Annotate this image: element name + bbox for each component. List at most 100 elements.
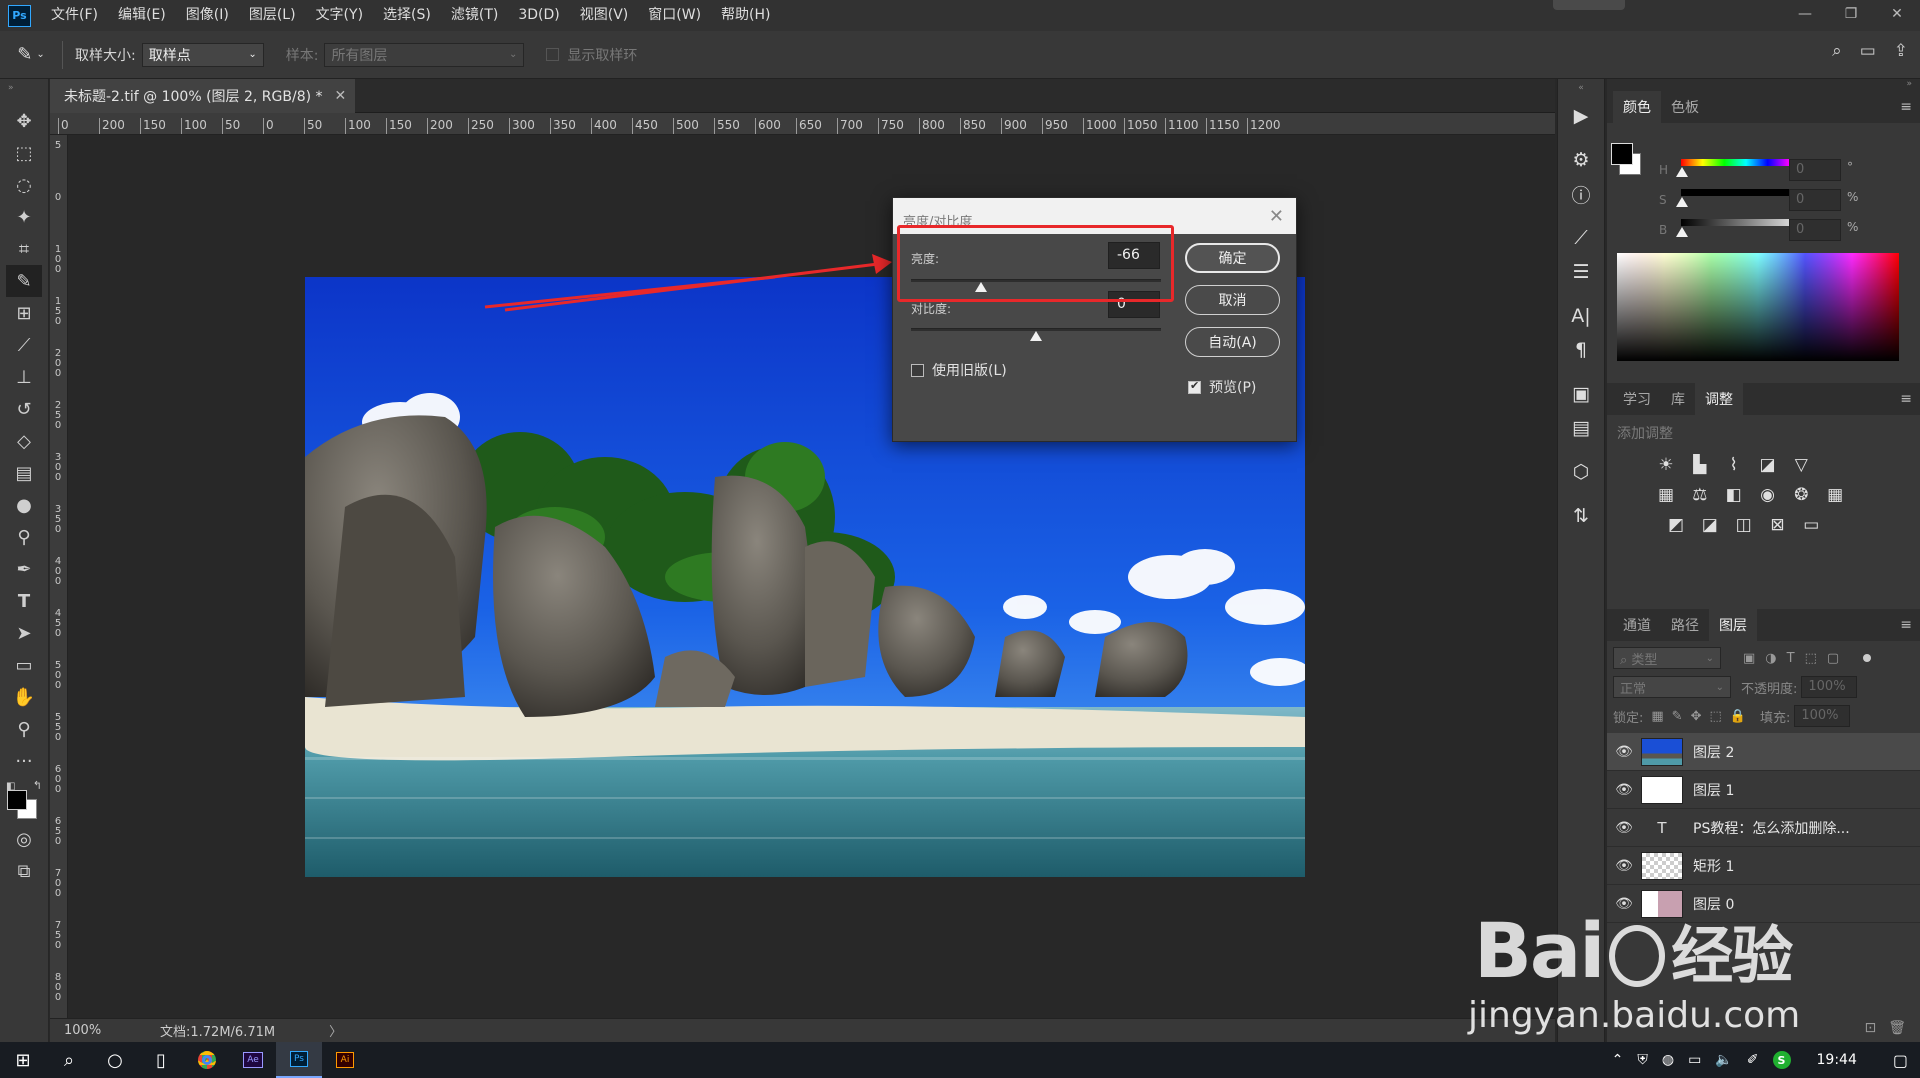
collapse-icon[interactable]: » — [1607, 79, 1920, 91]
blur-tool-icon[interactable]: ● — [6, 489, 42, 521]
auto-button[interactable]: 自动(A) — [1185, 327, 1280, 357]
tab-swatches[interactable]: 色板 — [1661, 91, 1709, 123]
minimize-button[interactable]: — — [1782, 0, 1828, 28]
color-spectrum[interactable] — [1617, 253, 1899, 361]
search-icon[interactable]: ⌕ — [1832, 41, 1842, 61]
blend-mode-select[interactable]: 正常 ⌄ — [1613, 676, 1731, 698]
illustrator-icon[interactable]: Ai — [322, 1042, 368, 1078]
layer-row-text[interactable]: 👁 T PS教程：怎么添加删除... — [1607, 809, 1920, 847]
sample-select[interactable]: 所有图层 ⌄ — [324, 42, 525, 67]
path-selection-tool-icon[interactable]: ➤ — [6, 617, 42, 649]
screen-mode-icon[interactable]: ⧉ — [6, 855, 42, 887]
volume-icon[interactable]: 🔈 — [1715, 1052, 1732, 1068]
layer-comps-icon[interactable]: ▣ — [1563, 377, 1599, 411]
lock-icons[interactable]: ▦✎✥⬚🔒 — [1651, 709, 1754, 724]
zoom-tool-icon[interactable]: ⚲ — [6, 713, 42, 745]
timeline-icon[interactable]: ⇅ — [1563, 499, 1599, 533]
layer-row-layer-0[interactable]: 👁 图层 0 — [1607, 885, 1920, 923]
tab-libraries[interactable]: 库 — [1661, 383, 1695, 415]
tab-paths[interactable]: 路径 — [1661, 609, 1709, 641]
menu-edit[interactable]: 编辑(E) — [108, 0, 176, 31]
history-brush-tool-icon[interactable]: ↺ — [6, 393, 42, 425]
visibility-eye-icon[interactable]: 👁 — [1607, 896, 1641, 912]
move-tool-icon[interactable]: ✥ — [6, 105, 42, 137]
magic-wand-tool-icon[interactable]: ✦ — [6, 201, 42, 233]
tab-learn[interactable]: 学习 — [1613, 383, 1661, 415]
adjustments-icon[interactable]: ☰ — [1563, 255, 1599, 289]
zoom-level[interactable]: 100% — [64, 1023, 130, 1038]
legacy-option[interactable]: 使用旧版(L) — [911, 360, 1007, 380]
menu-layer[interactable]: 图层(L) — [239, 0, 306, 31]
tab-layers[interactable]: 图层 — [1709, 609, 1757, 641]
h-input[interactable]: 0 — [1789, 159, 1841, 181]
chrome-icon[interactable] — [184, 1042, 230, 1078]
foreground-color-swatch[interactable] — [7, 790, 27, 810]
threshold-icon[interactable]: ◫ — [1732, 513, 1756, 537]
vibrance-icon[interactable]: ▽ — [1789, 453, 1813, 477]
share-icon[interactable]: ⇪ — [1894, 41, 1908, 61]
quick-mask-icon[interactable]: ◎ — [6, 823, 42, 855]
eyedropper-tool-icon[interactable]: ✎ — [6, 265, 42, 297]
gradient-tool-icon[interactable]: ▤ — [6, 457, 42, 489]
ok-button[interactable]: 确定 — [1185, 243, 1280, 273]
rectangle-tool-icon[interactable]: ▭ — [6, 649, 42, 681]
panel-menu-icon[interactable]: ≡ — [1900, 617, 1912, 633]
document-size[interactable]: 文档:1.72M/6.71M — [160, 1021, 275, 1040]
type-tool-icon[interactable]: T — [6, 585, 42, 617]
photoshop-taskbar-icon[interactable]: Ps — [276, 1042, 322, 1078]
cortana-icon[interactable]: ○ — [92, 1042, 138, 1078]
close-window-button[interactable]: ✕ — [1874, 0, 1920, 28]
play-actions-icon[interactable]: ▶ — [1563, 99, 1599, 133]
filter-toggle-icon[interactable] — [1863, 654, 1872, 662]
preview-option[interactable]: ✔ 预览(P) — [1188, 377, 1256, 397]
color-balance-icon[interactable]: ⚖ — [1688, 483, 1712, 507]
document-tab[interactable]: 未标题-2.tif @ 100% (图层 2, RGB/8) * ✕ — [50, 79, 355, 113]
color-lookup-icon[interactable]: ▦ — [1823, 483, 1847, 507]
visibility-eye-icon[interactable]: 👁 — [1607, 782, 1641, 798]
opacity-input[interactable]: 100% — [1801, 676, 1858, 698]
menu-window[interactable]: 窗口(W) — [638, 0, 711, 31]
close-icon[interactable]: ✕ — [1269, 206, 1284, 227]
menu-3d[interactable]: 3D(D) — [508, 0, 569, 31]
sample-size-select[interactable]: 取样点 ⌄ — [141, 42, 264, 67]
b-input[interactable]: 0 — [1789, 219, 1841, 241]
layer-row-layer-1[interactable]: 👁 图层 1 — [1607, 771, 1920, 809]
notes-icon[interactable]: ▤ — [1563, 411, 1599, 445]
cancel-button[interactable]: 取消 — [1185, 285, 1280, 315]
tab-color[interactable]: 颜色 — [1613, 91, 1661, 123]
delete-layer-icon[interactable]: 🗑 — [1888, 1020, 1906, 1036]
status-arrow-icon[interactable]: 〉 — [329, 1021, 342, 1040]
invert-icon[interactable]: ◩ — [1664, 513, 1688, 537]
tab-channels[interactable]: 通道 — [1613, 609, 1661, 641]
contrast-slider-knob[interactable] — [1030, 331, 1042, 341]
character-icon[interactable]: A| — [1563, 299, 1599, 333]
collapse-icon[interactable]: » — [0, 79, 48, 105]
color-swatches[interactable]: ◧ ↰ — [0, 777, 48, 823]
wechat-icon[interactable]: ◍ — [1662, 1052, 1674, 1068]
black-white-icon[interactable]: ◧ — [1722, 483, 1746, 507]
restore-button[interactable]: ❐ — [1828, 0, 1874, 28]
hand-tool-icon[interactable]: ✋ — [6, 681, 42, 713]
workspace-icon[interactable]: ▭ — [1860, 41, 1876, 61]
after-effects-icon[interactable]: Ae — [230, 1042, 276, 1078]
hue-knob[interactable] — [1676, 167, 1688, 177]
info-icon[interactable]: ⓘ — [1563, 177, 1599, 211]
photo-filter-icon[interactable]: ◉ — [1755, 483, 1779, 507]
show-ring-checkbox[interactable] — [546, 48, 560, 61]
foreground-color-swatch[interactable] — [1611, 143, 1633, 165]
search-icon[interactable]: ⌕ — [46, 1042, 92, 1078]
exposure-icon[interactable]: ◪ — [1755, 453, 1779, 477]
input-method-icon[interactable]: S — [1772, 1051, 1791, 1069]
menu-view[interactable]: 视图(V) — [570, 0, 639, 31]
visibility-eye-icon[interactable]: 👁 — [1607, 820, 1641, 836]
brush-tool-icon[interactable]: ⟋ — [6, 329, 42, 361]
properties-icon[interactable]: ⚙ — [1563, 143, 1599, 177]
menu-help[interactable]: 帮助(H) — [711, 0, 780, 31]
layer-row-rectangle-1[interactable]: 👁 矩形 1 — [1607, 847, 1920, 885]
menu-image[interactable]: 图像(I) — [176, 0, 239, 31]
panel-menu-icon[interactable]: ≡ — [1900, 99, 1912, 115]
dodge-tool-icon[interactable]: ⚲ — [6, 521, 42, 553]
layer-row-layer-2[interactable]: 👁 图层 2 — [1607, 733, 1920, 771]
saturation-knob[interactable] — [1676, 197, 1688, 207]
gradient-map-icon[interactable]: ▭ — [1799, 513, 1823, 537]
